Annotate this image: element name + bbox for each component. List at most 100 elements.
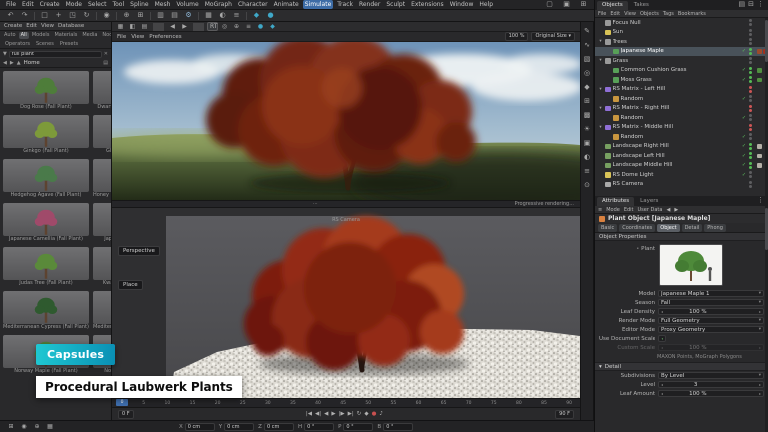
filter-icon[interactable]: ▼ (3, 51, 7, 57)
object-row[interactable]: ▾ RS Matrix - Left Hill (595, 85, 768, 95)
rotate-tool-icon[interactable]: ↻ (80, 10, 93, 21)
menubar-item[interactable]: Render (357, 0, 382, 9)
coordinate-input[interactable]: 0 cm (264, 423, 294, 431)
cache-icon[interactable]: ● (264, 10, 277, 21)
asset-filter-tab[interactable]: All (19, 32, 29, 39)
zoom-level[interactable]: 100 % (505, 32, 529, 41)
asset-search-input[interactable] (9, 51, 102, 58)
toolbar-icon[interactable] (116, 12, 117, 20)
object-row[interactable]: Focus Null (595, 18, 768, 28)
attribute-tab-chip[interactable]: Basic (598, 224, 617, 232)
enabled-check-icon[interactable]: ✓ (741, 77, 747, 83)
quantize-icon[interactable]: ▦ (45, 421, 55, 432)
prev-render-icon[interactable]: ◀ (167, 21, 178, 32)
panel-menu-icon[interactable]: ⋮ (757, 0, 764, 10)
object-row[interactable]: Random ✓ (595, 132, 768, 142)
enabled-check-icon[interactable]: ✓ (741, 172, 747, 178)
asset-item[interactable]: Japanese Larch (Fall Plant) (92, 202, 111, 244)
object-row[interactable]: Landscape Middle Hill ✓ (595, 161, 768, 171)
toolbar-icon[interactable] (198, 12, 199, 20)
field-value[interactable]: By Level ▾ (658, 372, 764, 379)
enabled-check-icon[interactable]: ✓ (741, 143, 747, 149)
current-frame-marker[interactable]: 0 (116, 399, 128, 406)
object-manager-menu-item[interactable]: Edit (610, 11, 620, 17)
visibility-dots[interactable] (749, 95, 754, 102)
environment-icon[interactable]: ◐ (581, 150, 593, 164)
object-manager-menu-item[interactable]: File (598, 11, 606, 17)
expand-arrow-icon[interactable]: ▾ (598, 87, 603, 92)
rv-menu-preferences[interactable]: Preferences (149, 34, 181, 40)
attribute-menu-item[interactable]: ◀ (666, 207, 670, 213)
menubar-item[interactable]: Tool (110, 0, 126, 9)
collapse-icon[interactable]: ⊟ (748, 0, 754, 10)
asset-sub-tab[interactable]: Scenes (34, 41, 56, 48)
tab-objects[interactable]: Objects (597, 1, 628, 10)
asset-item[interactable]: Dwarf Mountain Pine (Fall Plant) (92, 70, 111, 112)
visibility-dots[interactable] (749, 67, 754, 74)
axis-icon[interactable]: ⊕ (120, 10, 133, 21)
goto-end-button[interactable]: ▶| (348, 411, 354, 417)
light-icon[interactable]: ☀ (581, 122, 593, 136)
section-header[interactable]: Object Properties (595, 233, 768, 241)
divider-handle-icon[interactable]: ⋯ (118, 201, 515, 207)
asset-item[interactable]: Mediterranean Cypress (Fall Plant) (2, 290, 90, 332)
keyframe-button[interactable]: ◆ (364, 411, 368, 417)
render-picture-icon[interactable]: ▤ (168, 10, 181, 21)
sound-button[interactable]: ♪ (379, 411, 383, 417)
visibility-dots[interactable] (749, 38, 754, 45)
asset-item[interactable]: Hedgehog Agave (Fall Plant) (2, 158, 90, 200)
toolbar-icon[interactable] (150, 12, 151, 20)
object-row[interactable]: RS Camera (595, 180, 768, 190)
coordinate-input[interactable]: 0 cm (185, 423, 215, 431)
object-row[interactable]: ▾ Grass (595, 56, 768, 66)
asset-browser-menu-item[interactable]: Create (4, 23, 22, 29)
snap-toggle-icon[interactable]: ◉ (19, 421, 29, 432)
environment-icon[interactable]: ◐ (216, 10, 229, 21)
field-value[interactable]: Japanese Maple 1 ▾ (658, 290, 764, 297)
coordinate-input[interactable]: 0 cm (224, 423, 254, 431)
plant-preview-image[interactable] (659, 244, 723, 286)
render-view-image[interactable] (112, 42, 580, 200)
object-manager-menu-item[interactable]: Objects (640, 11, 659, 17)
deformer-icon[interactable]: ◆ (581, 80, 593, 94)
move-tool-icon[interactable]: + (52, 10, 65, 21)
menubar-item[interactable]: Create (38, 0, 62, 9)
snapshot-icon[interactable]: ◆ (267, 21, 278, 32)
asset-item[interactable]: Globe Robinia (Fall Plant) (92, 114, 111, 156)
end-frame-field[interactable]: 90 F (555, 410, 574, 419)
clear-search-icon[interactable]: ✕ (104, 51, 108, 57)
place-tool-panel[interactable]: Place (118, 280, 143, 290)
volume-icon[interactable]: ▩ (581, 108, 593, 122)
play-button[interactable]: ▶ (331, 411, 335, 417)
menubar-item[interactable]: Volume (174, 0, 200, 9)
render-view-icon[interactable]: ▥ (154, 10, 167, 21)
start-frame-field[interactable]: 0 F (118, 410, 134, 419)
asset-filter-tab[interactable]: Auto (2, 32, 18, 39)
loop-button[interactable]: ↻ (357, 411, 362, 417)
object-row[interactable]: Moss Grass ✓ (595, 75, 768, 85)
enabled-check-icon[interactable]: ✓ (741, 48, 747, 54)
history-icon[interactable]: ▤ (139, 21, 150, 32)
last-tool-icon[interactable]: ◉ (100, 10, 113, 21)
region-render-icon[interactable]: ◎ (219, 21, 230, 32)
object-row[interactable]: ▾ RS Matrix - Right Hill (595, 104, 768, 114)
menubar-item[interactable]: MoGraph (203, 0, 234, 9)
attribute-menu-item[interactable]: ≡ (598, 207, 602, 213)
asset-item[interactable]: Judas Tree (Fall Plant) (2, 246, 90, 288)
aov-list-icon[interactable]: ≡ (243, 21, 254, 32)
visibility-dots[interactable] (749, 124, 754, 131)
menubar-item[interactable]: File (4, 0, 18, 9)
forward-icon[interactable]: ▶ (10, 60, 14, 66)
enabled-check-icon[interactable]: ✓ (741, 115, 747, 121)
layers-icon[interactable]: ≡ (230, 10, 243, 21)
material-manager-icon[interactable]: ▦ (202, 10, 215, 21)
menubar-item[interactable]: Mode (64, 0, 84, 9)
rv-menu-view[interactable]: View (131, 34, 144, 40)
menubar-item[interactable]: Window (448, 0, 476, 9)
perspective-viewport[interactable]: RS Camera Perspective Place (112, 208, 580, 398)
coordinate-input[interactable]: 0 ° (383, 423, 413, 431)
attribute-tab-chip[interactable]: Phong (704, 224, 726, 232)
scene-nodes-icon[interactable]: ≡ (581, 164, 593, 178)
attribute-menu-item[interactable]: Mode (606, 207, 620, 213)
asset-item[interactable]: Mediterranean Fan Palm (Fall Plant) (92, 290, 111, 332)
